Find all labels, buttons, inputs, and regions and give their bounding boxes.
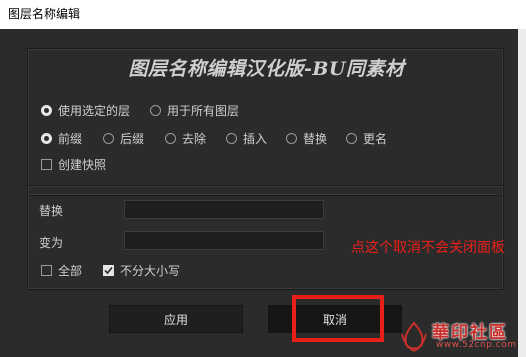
- radio-label: 前缀: [58, 131, 83, 146]
- radio-insert[interactable]: 插入: [226, 130, 267, 146]
- radio-remove[interactable]: 去除: [165, 130, 206, 146]
- panel-header: 图层名称编辑汉化版-BU同素材: [128, 58, 405, 80]
- checkbox-all[interactable]: 全部: [41, 262, 82, 278]
- options-panel: 图层名称编辑汉化版-BU同素材 使用选定的层 用于所有图层 前缀 后缀 去除 插…: [27, 48, 504, 196]
- replace-input[interactable]: [124, 200, 324, 219]
- radio-indicator: [286, 132, 297, 144]
- window-title: 图层名称编辑: [8, 7, 81, 21]
- to-label: 变为: [39, 236, 64, 250]
- apply-button[interactable]: 应用: [109, 305, 243, 333]
- checkbox-ignore-case[interactable]: 不分大小写: [103, 262, 180, 278]
- checkbox-indicator: [41, 158, 52, 170]
- radio-indicator: [41, 104, 52, 116]
- radio-indicator: [226, 132, 237, 144]
- annotation-text: 点这个取消不会关闭面板: [351, 240, 505, 256]
- radio-label: 插入: [243, 131, 268, 146]
- radio-label: 替换: [303, 131, 328, 146]
- radio-indicator: [103, 132, 114, 144]
- highlight-box: [292, 295, 384, 342]
- radio-replace[interactable]: 替换: [286, 130, 327, 146]
- radio-label: 用于所有图层: [167, 103, 240, 118]
- radio-indicator: [165, 132, 176, 144]
- radio-prefix[interactable]: 前缀: [41, 130, 82, 146]
- background-window-edge: [518, 29, 526, 357]
- checkbox-create-snapshot[interactable]: 创建快照: [41, 156, 106, 172]
- radio-suffix[interactable]: 后缀: [103, 130, 144, 146]
- checkbox-label: 全部: [58, 263, 83, 278]
- radio-label: 更名: [363, 131, 388, 146]
- checkbox-label: 不分大小写: [120, 263, 181, 278]
- title-bar: 图层名称编辑: [0, 0, 526, 29]
- radio-label: 后缀: [120, 131, 145, 146]
- watermark-url: www.52cnp.com: [436, 340, 517, 350]
- to-input[interactable]: [124, 231, 324, 250]
- watermark-logo-icon: [401, 321, 427, 352]
- radio-indicator: [346, 132, 357, 144]
- checkbox-indicator: [103, 264, 114, 276]
- check-icon: [104, 266, 113, 274]
- watermark: 華印社區 www.52cnp.com: [398, 318, 526, 357]
- dialog-body: 图层名称编辑汉化版-BU同素材 使用选定的层 用于所有图层 前缀 后缀 去除 插…: [0, 29, 518, 357]
- checkbox-label: 创建快照: [58, 157, 107, 172]
- radio-indicator: [41, 132, 52, 144]
- radio-use-selected-layers[interactable]: 使用选定的层: [41, 102, 130, 118]
- radio-label: 去除: [182, 131, 207, 146]
- radio-label: 使用选定的层: [58, 103, 131, 118]
- radio-indicator: [150, 104, 161, 116]
- radio-rename[interactable]: 更名: [346, 130, 387, 146]
- checkbox-indicator: [41, 264, 52, 276]
- radio-all-layers[interactable]: 用于所有图层: [150, 102, 239, 118]
- replace-label: 替换: [39, 204, 64, 218]
